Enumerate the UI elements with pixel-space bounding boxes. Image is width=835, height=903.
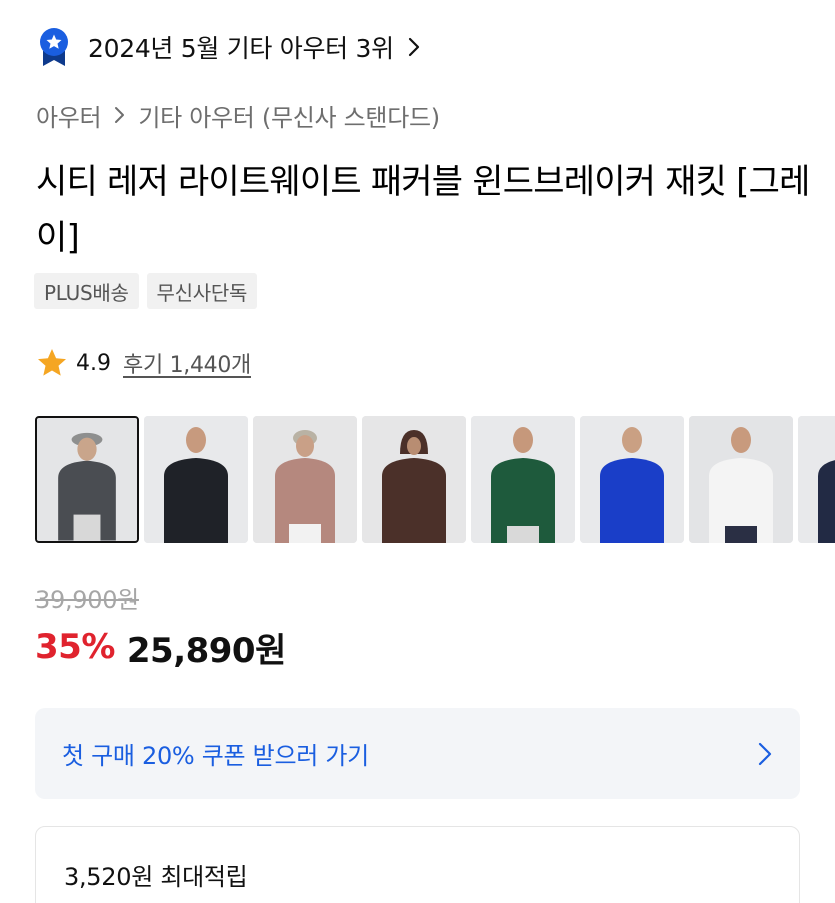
color-thumbnails <box>35 416 835 543</box>
ranking-banner[interactable]: 2024년 5월 기타 아우터 3위 <box>38 26 420 68</box>
ranking-badge-icon <box>40 28 68 66</box>
thumbnail-gray[interactable] <box>35 416 139 543</box>
ranking-text: 2024년 5월 기타 아우터 3위 <box>88 34 394 63</box>
final-price: 25,890원 <box>126 630 286 671</box>
model-photo-icon <box>471 416 575 543</box>
price-row: 35% 25,890원 <box>35 624 286 671</box>
model-photo-icon <box>37 418 137 541</box>
chevron-right-icon <box>115 107 125 123</box>
rating: 4.9 후기 1,440개 <box>36 344 251 382</box>
model-photo-icon <box>580 416 684 543</box>
breadcrumb-subcategory[interactable]: 기타 아우터 (무신사 스탠다드) <box>138 98 440 133</box>
original-price: 39,900원 <box>35 586 139 614</box>
max-points-text: 3,520원 최대적립 <box>64 863 248 891</box>
tag-exclusive: 무신사단독 <box>146 273 258 309</box>
breadcrumb-category[interactable]: 아우터 <box>36 98 102 133</box>
coupon-text: 첫 구매 20% 쿠폰 받으러 가기 <box>62 742 369 770</box>
tag-plus-delivery: PLUS배송 <box>34 273 139 309</box>
model-photo-icon <box>362 416 466 543</box>
thumbnail-navy[interactable] <box>798 416 835 543</box>
first-purchase-coupon-button[interactable]: 첫 구매 20% 쿠폰 받으러 가기 <box>35 708 800 799</box>
thumbnail-blue[interactable] <box>580 416 684 543</box>
points-card: 3,520원 최대적립 <box>35 826 800 903</box>
thumbnail-brown[interactable] <box>362 416 466 543</box>
star-icon <box>38 349 66 376</box>
chevron-right-icon <box>408 37 419 57</box>
product-tags: PLUS배송 무신사단독 <box>34 273 258 309</box>
model-photo-icon <box>144 416 248 543</box>
reviews-link[interactable]: 후기 1,440개 <box>123 347 251 379</box>
discount-rate: 35% <box>35 627 115 667</box>
breadcrumb: 아우터 기타 아우터 (무신사 스탠다드) <box>36 96 440 134</box>
thumbnail-pink[interactable] <box>253 416 357 543</box>
thumbnail-white[interactable] <box>689 416 793 543</box>
rating-score: 4.9 <box>76 350 111 376</box>
thumbnail-green[interactable] <box>471 416 575 543</box>
thumbnail-black[interactable] <box>144 416 248 543</box>
product-title: 시티 레저 라이트웨이트 패커블 윈드브레이커 재킷 [그레이] <box>36 162 810 258</box>
chevron-right-icon <box>758 742 772 765</box>
model-photo-icon <box>689 416 793 543</box>
model-photo-icon <box>798 416 835 543</box>
model-photo-icon <box>253 416 357 543</box>
